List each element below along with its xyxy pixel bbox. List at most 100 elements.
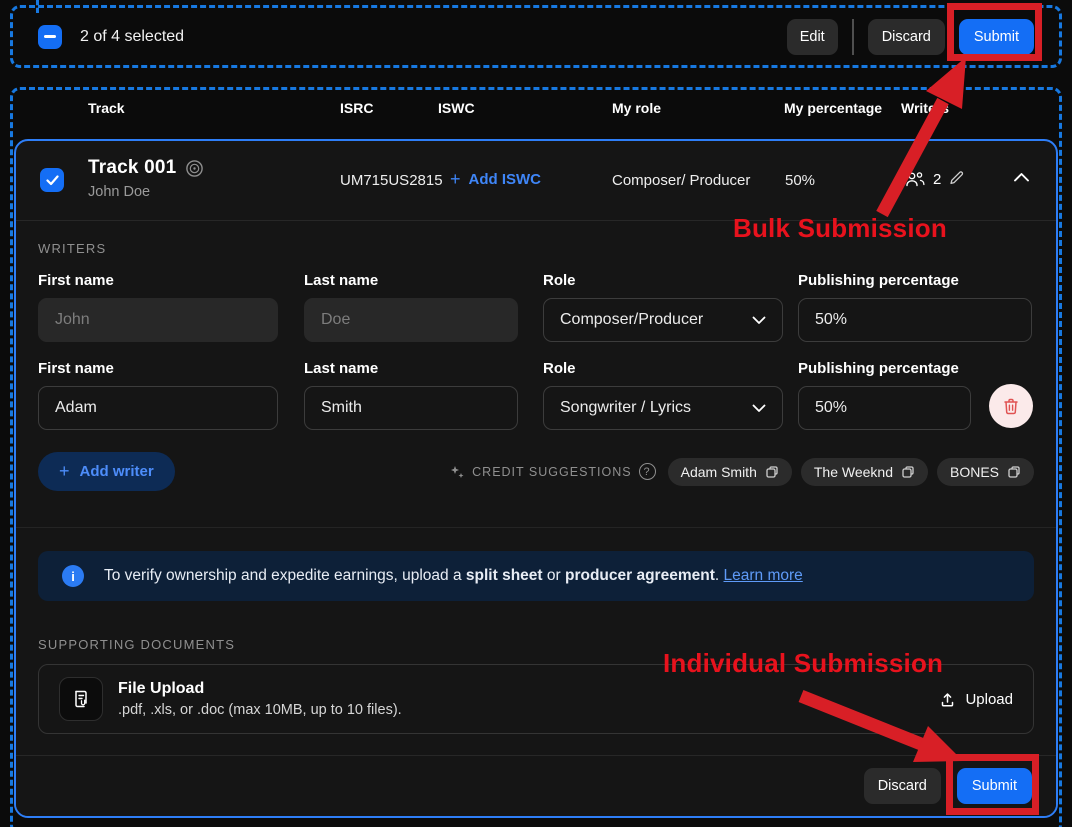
- role-select[interactable]: Songwriter / Lyrics: [543, 386, 783, 430]
- copy-icon: [901, 465, 915, 479]
- document-attachment-icon: [70, 688, 92, 710]
- learn-more-link[interactable]: Learn more: [724, 567, 803, 584]
- last-name-label: Last name: [304, 360, 518, 377]
- plus-icon: +: [450, 169, 461, 190]
- role-select-value: Songwriter / Lyrics: [560, 399, 691, 417]
- publishing-percentage-input[interactable]: [798, 298, 1032, 342]
- writers-count-value: 2: [933, 171, 941, 188]
- suggestion-chip[interactable]: Adam Smith: [668, 458, 792, 486]
- track-percentage-value: 50%: [785, 172, 815, 189]
- role-select-value: Composer/Producer: [560, 311, 703, 329]
- credit-suggestions-label: CREDIT SUGGESTIONS: [472, 465, 631, 479]
- tracks-table-header: Track ISRC ISWC My role My percentage Wr…: [0, 87, 1072, 131]
- column-header-my-percentage: My percentage: [784, 100, 882, 116]
- role-select[interactable]: Composer/Producer: [543, 298, 783, 342]
- first-name-input[interactable]: [38, 386, 278, 430]
- publishing-percentage-label: Publishing percentage: [798, 360, 971, 377]
- dashed-annotation-stub: [36, 0, 39, 13]
- add-iswc-button[interactable]: + Add ISWC: [450, 169, 541, 190]
- track-checkbox[interactable]: [40, 168, 64, 192]
- check-icon: [46, 175, 59, 186]
- add-writer-button[interactable]: + Add writer: [38, 452, 175, 491]
- collapse-track-button[interactable]: [1013, 171, 1030, 186]
- bulk-submit-button[interactable]: Submit: [959, 19, 1034, 55]
- chevron-up-icon: [1013, 172, 1030, 183]
- chevron-down-icon: [752, 316, 766, 325]
- app-canvas: 2 of 4 selected Edit Discard Submit Trac…: [0, 0, 1072, 827]
- supporting-documents-label: SUPPORTING DOCUMENTS: [38, 637, 1034, 652]
- edit-track-button[interactable]: [947, 168, 966, 190]
- track-discard-button[interactable]: Discard: [864, 768, 941, 804]
- copy-icon: [765, 465, 779, 479]
- file-tile: [59, 677, 103, 721]
- suggestion-chip[interactable]: BONES: [937, 458, 1034, 486]
- track-summary-row[interactable]: Track 001 John Doe UM715US2815 + Add ISW…: [16, 141, 1056, 221]
- disc-icon: [185, 159, 204, 178]
- credit-suggestions-label-group: CREDIT SUGGESTIONS ?: [449, 463, 655, 480]
- track-title: Track 001: [88, 157, 176, 179]
- track-artist: John Doe: [88, 184, 204, 200]
- pencil-icon: [947, 168, 966, 187]
- track-submit-button[interactable]: Submit: [957, 768, 1032, 804]
- edit-button[interactable]: Edit: [787, 19, 838, 55]
- track-title-block: Track 001 John Doe: [88, 157, 204, 200]
- last-name-input[interactable]: [304, 386, 518, 430]
- banner-highlight-producer-agreement: producer agreement: [565, 567, 715, 584]
- suggestion-name: BONES: [950, 464, 999, 480]
- chevron-down-icon: [752, 404, 766, 413]
- first-name-label: First name: [38, 360, 278, 377]
- select-all-checkbox[interactable]: [38, 25, 62, 49]
- section-divider: [16, 527, 1056, 528]
- help-icon[interactable]: ?: [639, 463, 656, 480]
- sparkle-icon: [449, 464, 465, 480]
- track-card-body: WRITERS First name Last name Role Compos…: [16, 241, 1056, 734]
- writers-section-label: WRITERS: [38, 241, 1034, 256]
- track-role-value: Composer/ Producer: [612, 172, 750, 189]
- suggestion-name: The Weeknd: [814, 464, 893, 480]
- copy-icon: [1007, 465, 1021, 479]
- role-label: Role: [543, 272, 783, 289]
- track-writers-count: 2: [904, 170, 941, 188]
- track-card-footer: Discard Submit: [16, 755, 1056, 816]
- banner-text-middle: or: [543, 567, 565, 584]
- file-upload-title: File Upload: [118, 680, 924, 698]
- last-name-input[interactable]: [304, 298, 518, 342]
- writer-actions-row: + Add writer CREDIT SUGGESTIONS ? Adam S…: [38, 452, 1034, 491]
- actions-divider: [852, 19, 854, 55]
- role-label: Role: [543, 360, 783, 377]
- first-name-input[interactable]: [38, 298, 278, 342]
- add-writer-label: Add writer: [80, 463, 154, 480]
- file-upload-texts: File Upload .pdf, .xls, or .doc (max 10M…: [118, 680, 924, 718]
- upload-icon: [939, 691, 956, 708]
- upload-button-label: Upload: [965, 691, 1013, 708]
- selected-count-text: 2 of 4 selected: [80, 28, 184, 46]
- plus-icon: +: [59, 461, 70, 482]
- publishing-percentage-label: Publishing percentage: [798, 272, 1032, 289]
- trash-icon: [1002, 397, 1020, 416]
- info-icon: i: [62, 565, 84, 587]
- delete-writer-button[interactable]: [989, 384, 1033, 428]
- suggestion-name: Adam Smith: [681, 464, 757, 480]
- file-upload-dropzone[interactable]: File Upload .pdf, .xls, or .doc (max 10M…: [38, 664, 1034, 734]
- info-banner-text: To verify ownership and expedite earning…: [104, 567, 803, 585]
- file-upload-subtitle: .pdf, .xls, or .doc (max 10MB, up to 10 …: [118, 702, 924, 718]
- writer-row-1: First name Last name Role Composer/Produ…: [38, 272, 1034, 342]
- bulk-discard-button[interactable]: Discard: [868, 19, 945, 55]
- banner-text-end: .: [715, 567, 724, 584]
- credit-suggestions: CREDIT SUGGESTIONS ? Adam Smith The Week…: [449, 458, 1034, 486]
- add-iswc-label: Add ISWC: [469, 171, 542, 188]
- first-name-label: First name: [38, 272, 278, 289]
- suggestion-chip[interactable]: The Weeknd: [801, 458, 928, 486]
- last-name-label: Last name: [304, 272, 518, 289]
- column-header-my-role: My role: [612, 100, 661, 116]
- bulk-selection-actions: Edit Discard Submit: [787, 19, 1034, 55]
- upload-button[interactable]: Upload: [939, 691, 1013, 708]
- track-isrc-value: UM715US2815: [340, 172, 443, 189]
- info-banner: i To verify ownership and expedite earni…: [38, 551, 1034, 601]
- column-header-writers: Writers: [901, 100, 949, 116]
- publishing-percentage-input[interactable]: [798, 386, 971, 430]
- column-header-track: Track: [88, 100, 125, 116]
- banner-text-start: To verify ownership and expedite earning…: [104, 567, 466, 584]
- track-card: Track 001 John Doe UM715US2815 + Add ISW…: [14, 139, 1058, 818]
- bulk-selection-left: 2 of 4 selected: [38, 25, 184, 49]
